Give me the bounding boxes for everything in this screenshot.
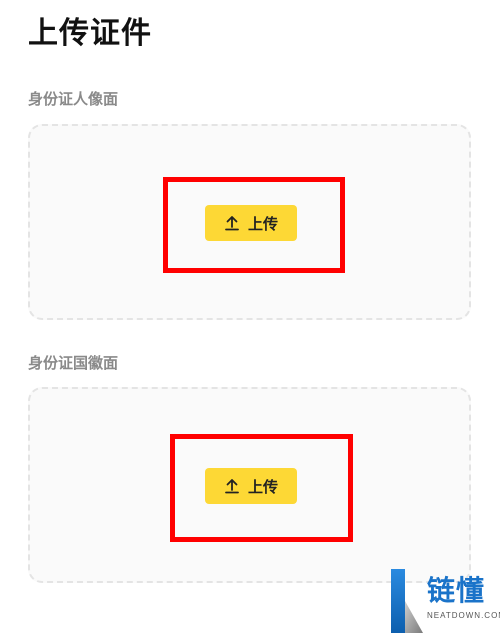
upload-button-portrait[interactable]: 上传 (205, 205, 297, 241)
upload-zone-emblem[interactable]: 上传 (28, 387, 471, 583)
upload-arrow-icon (224, 477, 240, 495)
upload-button-label: 上传 (247, 214, 278, 233)
upload-arrow-icon (224, 214, 240, 232)
watermark-text-cn: 链懂 (427, 574, 486, 607)
upload-button-emblem[interactable]: 上传 (205, 468, 297, 504)
watermark-text-en: NEATDOWN.COM (427, 611, 500, 620)
section-label-portrait: 身份证人像面 (28, 90, 119, 108)
logo-l-icon (391, 569, 423, 633)
page-title: 上传证件 (28, 16, 152, 51)
upload-button-label: 上传 (247, 477, 278, 496)
watermark-logo: 链懂 NEATDOWN.COM (385, 561, 500, 633)
upload-zone-portrait[interactable]: 上传 (28, 124, 471, 320)
section-label-emblem: 身份证国徽面 (28, 354, 119, 372)
